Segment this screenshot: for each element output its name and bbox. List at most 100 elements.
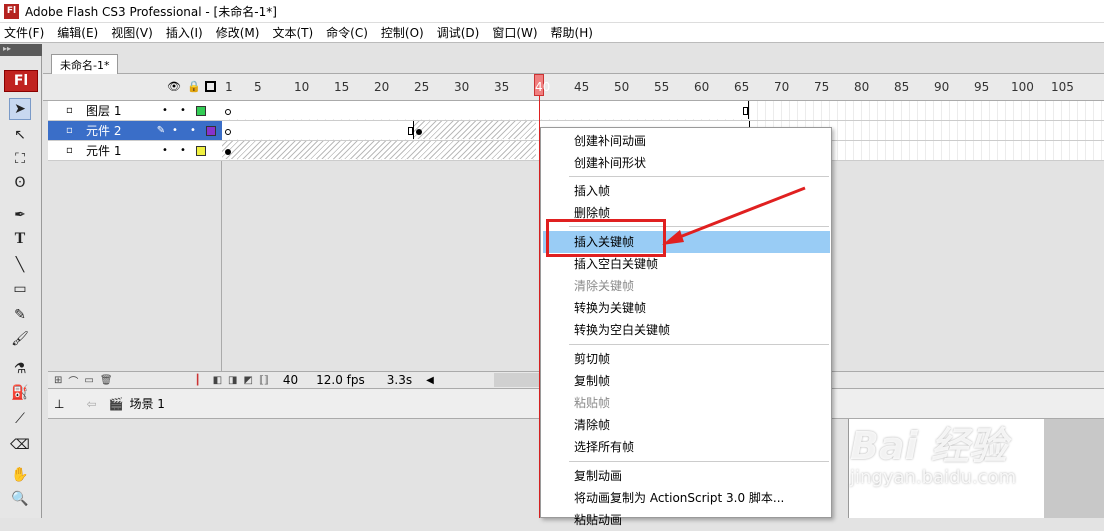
layer-color-swatch[interactable] <box>196 105 206 116</box>
layer-row[interactable]: ▫ 元件 2 ✎ • • <box>48 121 222 141</box>
line-icon[interactable]: ╲ <box>9 254 31 276</box>
timeline-scrollbar[interactable] <box>494 373 540 387</box>
back-arrow-icon[interactable]: ⇦ <box>86 397 96 411</box>
frame-rate[interactable]: 12.0 fps <box>316 373 365 387</box>
selection-icon[interactable]: ➤ <box>9 98 31 120</box>
tween-span <box>222 141 536 159</box>
lock-dot[interactable]: • <box>174 105 192 116</box>
lock-dot[interactable]: • <box>174 145 192 156</box>
layer-row[interactable]: ▫ 图层 1 • • <box>48 101 222 121</box>
rectangle-icon[interactable]: ▭ <box>9 278 31 300</box>
menu-debug[interactable]: 调试(D) <box>437 24 480 41</box>
empty-keyframe[interactable] <box>225 109 231 115</box>
menu-item-cut-frames[interactable]: 剪切帧 <box>541 348 831 370</box>
flash-logo-button[interactable]: Fl <box>4 70 38 92</box>
menu-view[interactable]: 视图(V) <box>111 24 153 41</box>
layer-name[interactable]: 图层 1 <box>86 102 156 119</box>
menu-command[interactable]: 命令(C) <box>326 24 368 41</box>
ruler-label: 20 <box>374 80 390 94</box>
free-transform-icon[interactable]: ⛶ <box>9 148 31 170</box>
lock-dot[interactable]: • <box>184 125 202 136</box>
menu-separator <box>569 176 829 177</box>
layer-color-swatch[interactable] <box>206 125 216 136</box>
layer-panel-blank <box>48 161 222 371</box>
menu-item-copy-motion-as-actionscript[interactable]: 将动画复制为 ActionScript 3.0 脚本... <box>541 487 831 509</box>
ruler-label: 65 <box>734 80 750 94</box>
menu-item-paste-frames: 粘贴帧 <box>574 396 611 410</box>
ruler-label: 45 <box>574 80 590 94</box>
visibility-dot[interactable]: • <box>166 125 184 136</box>
pencil-icon[interactable]: ✎ <box>9 304 31 326</box>
outline-icon[interactable] <box>205 81 216 92</box>
watermark-url: jingyan.baidu.com <box>850 467 1017 488</box>
menu-item-convert-to-blank-keyframes[interactable]: 转换为空白关键帧 <box>541 319 831 341</box>
ruler-label: 60 <box>694 80 710 94</box>
insert-folder-icon[interactable]: ▭ <box>84 375 93 386</box>
pen-icon[interactable]: ✒ <box>9 204 31 226</box>
eraser-icon[interactable]: ⌫ <box>9 434 31 456</box>
menu-item-clear-frames[interactable]: 清除帧 <box>541 414 831 436</box>
scene-label[interactable]: 场景 1 <box>129 395 164 412</box>
menu-item-select-all-frames[interactable]: 选择所有帧 <box>541 436 831 458</box>
menu-text[interactable]: 文本(T) <box>272 24 313 41</box>
layer-icon: ▫ <box>66 105 73 116</box>
frame-end-marker <box>408 127 413 135</box>
menu-item-convert-to-keyframes[interactable]: 转换为关键帧 <box>541 297 831 319</box>
text-icon[interactable]: T <box>9 228 31 250</box>
document-tab[interactable]: 未命名-1* <box>51 54 119 74</box>
brush-icon[interactable]: 🖌 <box>9 328 31 350</box>
menu-insert[interactable]: 插入(I) <box>166 24 203 41</box>
ink-bottle-icon[interactable]: ⚗ <box>9 358 31 380</box>
menu-window[interactable]: 窗口(W) <box>492 24 537 41</box>
lasso-icon[interactable]: ʘ <box>9 172 31 194</box>
ruler-label: 1 <box>225 80 233 94</box>
layer-row[interactable]: ▫ 元件 1 • • <box>48 141 222 161</box>
lock-icon[interactable]: 🔒 <box>187 80 201 93</box>
timeline-toggle-icon[interactable]: ⊥ <box>54 397 64 411</box>
onion-skin-icon[interactable]: ◧ <box>213 375 222 386</box>
menu-control[interactable]: 控制(O) <box>381 24 424 41</box>
menu-separator <box>569 461 829 462</box>
menu-help[interactable]: 帮助(H) <box>551 24 593 41</box>
menu-file[interactable]: 文件(F) <box>4 24 44 41</box>
scroll-left-icon[interactable]: ◀ <box>426 375 434 386</box>
menu-item-create-shape-tween[interactable]: 创建补间形状 <box>541 152 831 174</box>
menu-item-paste-motion[interactable]: 粘贴动画 <box>541 509 831 531</box>
eyedropper-icon[interactable]: ⟋ <box>9 408 31 430</box>
edit-multiple-frames-icon[interactable]: ◩ <box>243 375 252 386</box>
subselection-icon[interactable]: ↖ <box>9 124 31 146</box>
frame-row[interactable] <box>222 101 1104 121</box>
ruler-label: 70 <box>774 80 790 94</box>
frame-ruler[interactable]: 1 5 10 15 20 25 30 35 40 45 50 55 60 65 … <box>222 74 1104 101</box>
zoom-icon[interactable]: 🔍 <box>9 488 31 510</box>
menu-item-copy-frames[interactable]: 复制帧 <box>541 370 831 392</box>
keyframe[interactable] <box>225 149 231 155</box>
frame-span <box>222 101 749 119</box>
center-frame-icon[interactable]: ┃ <box>195 375 201 386</box>
scene-icon: 🎬 <box>108 396 124 411</box>
add-motion-guide-icon[interactable]: ⌒ <box>68 373 78 388</box>
onion-outline-icon[interactable]: ◨ <box>228 375 237 386</box>
visibility-dot[interactable]: • <box>156 105 174 116</box>
ruler-label: 5 <box>254 80 262 94</box>
toolbox-grip[interactable]: ▸▸ <box>0 44 42 56</box>
layer-name[interactable]: 元件 2 <box>86 122 156 139</box>
hand-icon[interactable]: ✋ <box>9 464 31 486</box>
menu-item-copy-motion[interactable]: 复制动画 <box>541 465 831 487</box>
visibility-dot[interactable]: • <box>156 145 174 156</box>
menu-modify[interactable]: 修改(M) <box>216 24 260 41</box>
flash-app-icon: Fl <box>4 3 19 19</box>
watermark-brand: Bai 经验 <box>850 424 1007 468</box>
menu-edit[interactable]: 编辑(E) <box>57 24 98 41</box>
delete-layer-icon[interactable]: 🗑 <box>100 375 113 386</box>
menu-item-create-motion-tween[interactable]: 创建补间动画 <box>541 130 831 152</box>
eye-icon[interactable]: 👁 <box>167 80 181 93</box>
modify-onion-markers-icon[interactable]: ⟦⟧ <box>259 375 269 386</box>
paint-bucket-icon[interactable]: ⛽ <box>9 382 31 404</box>
layer-name[interactable]: 元件 1 <box>86 142 156 159</box>
empty-keyframe[interactable] <box>225 129 231 135</box>
insert-layer-icon[interactable]: ⊞ <box>54 375 62 386</box>
layer-color-swatch[interactable] <box>196 145 206 156</box>
keyframe[interactable] <box>416 129 422 135</box>
menu-separator <box>569 344 829 345</box>
